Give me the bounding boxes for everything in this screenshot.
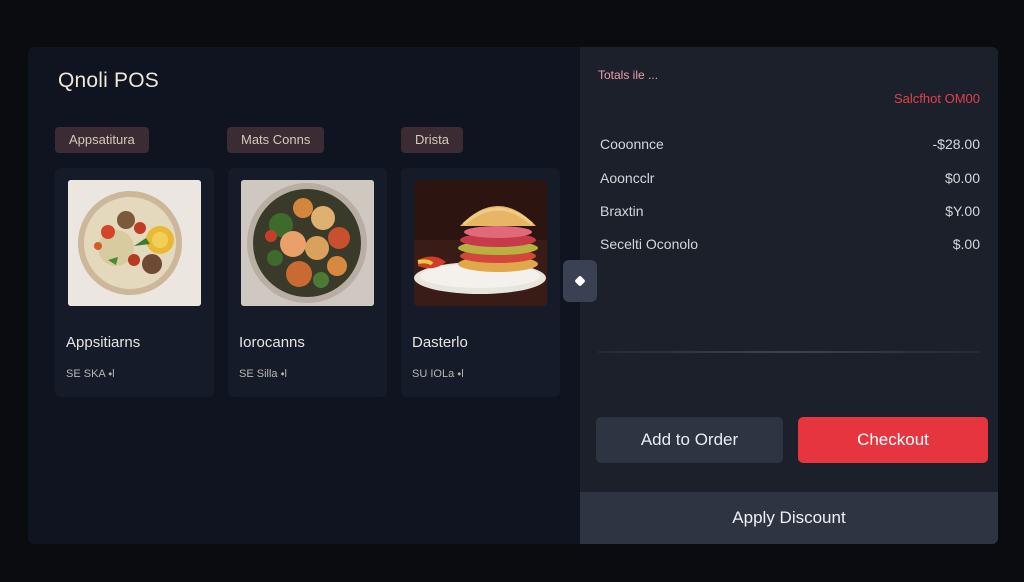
menu-item-name: Dasterlo	[412, 334, 468, 351]
menu-item-name: Appsitiarns	[66, 334, 141, 351]
food-bowl-image	[68, 180, 201, 306]
summary-row-value: $.00	[952, 236, 980, 252]
pos-app-window: Qnoli POS Appsatitura Mats Conns Drista	[28, 47, 998, 544]
drag-handle-icon	[574, 275, 586, 287]
summary-row-label: Aooncclr	[600, 170, 655, 186]
summary-row-label: Braxtin	[600, 203, 644, 219]
checkout-button[interactable]: Checkout	[798, 417, 988, 463]
roasted-vegetables-image	[241, 180, 374, 306]
app-title: Qnoli POS	[58, 69, 160, 92]
summary-row: Braxtin $Y.00	[600, 203, 980, 223]
panel-resize-handle[interactable]	[563, 260, 597, 302]
summary-row-value: $Y.00	[945, 203, 980, 219]
menu-item-card[interactable]: Iorocanns SE Silla ⬩l	[228, 168, 387, 397]
menu-panel: Qnoli POS Appsatitura Mats Conns Drista	[28, 47, 580, 544]
subtotal-amount: Salcfhot OM00	[894, 91, 980, 106]
summary-row-label: Secelti Oconolo	[600, 236, 699, 252]
order-summary-panel: Totals ile ... Salcfhot OM00 Cooonnce -$…	[580, 47, 998, 544]
menu-item-price: SU IOLa ⬩l	[412, 368, 464, 380]
menu-item-card[interactable]: Dasterlo SU IOLa ⬩l	[401, 168, 560, 397]
summary-row: Cooonnce -$28.00	[600, 136, 980, 156]
burger-image	[414, 180, 547, 306]
summary-row: Aooncclr $0.00	[600, 170, 980, 190]
add-to-order-button[interactable]: Add to Order	[596, 417, 783, 463]
category-tab-drinks[interactable]: Drista	[401, 127, 463, 153]
summary-row-value: $0.00	[944, 170, 980, 186]
menu-item-card[interactable]: Appsitiarns SE SKA ⬩l	[55, 168, 214, 397]
summary-row-value: -$28.00	[932, 136, 980, 152]
category-tab-main-courses[interactable]: Mats Conns	[227, 127, 325, 153]
apply-discount-button[interactable]: Apply Discount	[580, 492, 998, 544]
totals-title: Totals ile ...	[598, 68, 659, 82]
summary-row: Secelti Oconolo $.00	[600, 236, 980, 256]
summary-row-label: Cooonnce	[600, 136, 664, 152]
category-tab-appetizers[interactable]: Appsatitura	[55, 127, 149, 153]
menu-item-name: Iorocanns	[239, 334, 305, 351]
menu-item-price: SE Silla ⬩l	[239, 368, 287, 380]
menu-item-price: SE SKA ⬩l	[66, 368, 115, 380]
summary-divider	[598, 351, 980, 353]
